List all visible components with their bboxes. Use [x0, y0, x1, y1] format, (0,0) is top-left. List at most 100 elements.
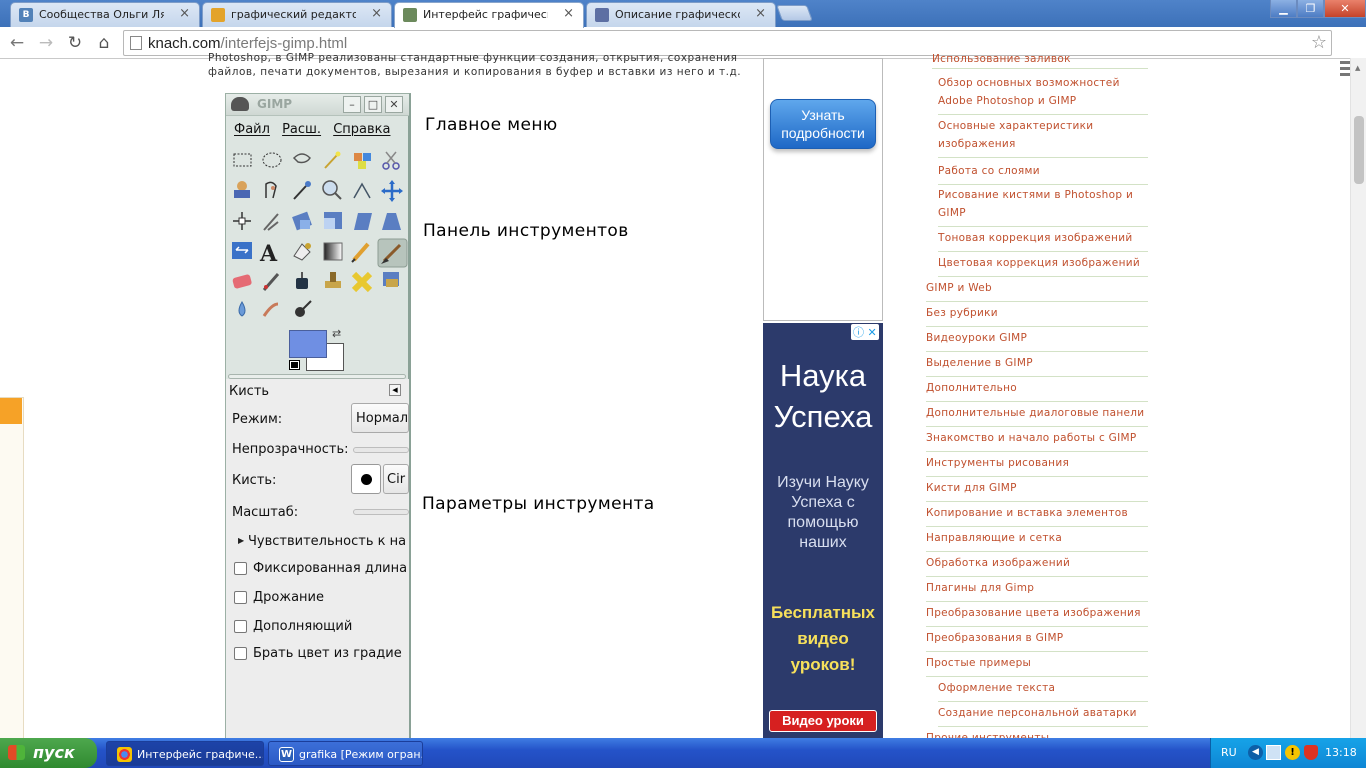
sidebar-link[interactable]: Простые примеры [926, 654, 1148, 677]
sidebar-link[interactable]: Рисование кистями в Photoshop и GIMP [938, 186, 1148, 227]
side-widget[interactable] [0, 397, 24, 742]
sidebar-link[interactable]: Дополнительно [926, 379, 1148, 402]
sidebar-link[interactable]: Видеоуроки GIMP [926, 329, 1148, 352]
sidebar-link[interactable]: GIMP и Web [926, 279, 1148, 302]
annotation-main-menu: Главное меню [425, 115, 558, 135]
taskbar-item-browser[interactable]: Интерфейс графиче... [106, 741, 264, 766]
sidebar-link[interactable]: Направляющие и сетка [926, 529, 1148, 552]
scissors-icon [382, 151, 400, 170]
sidebar-link[interactable]: Без рубрики [926, 304, 1148, 327]
sidebar-link[interactable]: Оформление текста [938, 679, 1148, 702]
ad-video-button[interactable]: Видео уроки [769, 710, 877, 732]
tab-label: Сообщества Ольги Лямкин [39, 8, 164, 21]
menu-help: Справка [333, 122, 391, 137]
ad-banner-1[interactable]: Узнать подробности [763, 58, 883, 321]
tab-search[interactable]: графический редактор gim × [202, 2, 392, 27]
ad-highlight-text: Бесплатных видео уроков! [771, 603, 875, 674]
tab-label: Описание графического ре [615, 8, 740, 21]
tab-description[interactable]: Описание графического ре × [586, 2, 776, 27]
sidebar-link[interactable]: Цветовая коррекция изображений [938, 254, 1148, 277]
close-tab-icon[interactable]: × [179, 6, 190, 21]
article-text: Photoshop, в GIMP реализованы стандартны… [208, 52, 742, 78]
sidebar-link[interactable]: Дополнительные диалоговые панели [926, 404, 1148, 427]
close-tab-icon[interactable]: × [755, 6, 766, 21]
tab-vk[interactable]: B Сообщества Ольги Лямкин × [10, 2, 200, 27]
checkbox [234, 620, 247, 633]
ellipse-select-icon [262, 152, 282, 168]
menu-extensions: Расш. [282, 122, 322, 137]
bookmark-star-icon[interactable]: ☆ [1311, 32, 1327, 53]
color-picker-icon [293, 181, 311, 200]
ad-info-icon[interactable]: ⓘ ✕ [851, 324, 879, 340]
close-icon: ✕ [385, 96, 403, 113]
select-by-color-icon [354, 153, 371, 169]
sidebar-link[interactable]: Обзор основных возможностей Adobe Photos… [938, 74, 1148, 115]
scroll-up-icon[interactable]: ▲ [1355, 64, 1360, 72]
chrome-icon [117, 747, 132, 762]
eraser-icon [232, 274, 252, 289]
fuzzy-select-icon [324, 151, 341, 169]
lasso-icon [292, 153, 311, 164]
scrollbar-thumb[interactable] [1354, 116, 1364, 184]
clock[interactable]: 13:18 [1325, 746, 1357, 759]
warning-icon[interactable]: ! [1285, 745, 1300, 760]
sidebar-link[interactable]: Основные характеристики изображения [938, 117, 1148, 158]
sidebar-link[interactable]: Инструменты рисования [926, 454, 1148, 477]
sidebar-link[interactable]: Преобразование цвета изображения [926, 604, 1148, 627]
back-icon[interactable]: ← [5, 31, 29, 55]
gimp-title: GIMP [257, 97, 293, 111]
sidebar-link[interactable]: Создание персональной аватарки [938, 704, 1148, 727]
tab-active[interactable]: Интерфейс графического р × [394, 2, 584, 28]
foreground-color-swatch [289, 330, 327, 358]
sidebar-link[interactable]: Прочие инструменты [926, 729, 1148, 738]
start-button[interactable]: пуск [0, 738, 97, 768]
sidebar-link[interactable]: Плагины для Gimp [926, 579, 1148, 602]
minimize-button[interactable]: ▁ [1270, 0, 1297, 18]
blur-icon [238, 301, 246, 317]
text-tool-icon: A [259, 241, 278, 267]
sidebar-link[interactable]: Кисти для GIMP [926, 479, 1148, 502]
ad-banner-2[interactable]: ⓘ ✕ Наука Успеха Изучи Науку Успеха с по… [763, 323, 883, 743]
browser-tab-strip: B Сообщества Ольги Лямкин × графический … [0, 0, 1366, 28]
checkbox [234, 562, 247, 575]
forward-icon[interactable]: → [34, 31, 58, 55]
reload-icon[interactable]: ↻ [63, 31, 87, 55]
sidebar-link[interactable]: Выделение в GIMP [926, 354, 1148, 377]
checkbox-label: Дополняющий [253, 619, 353, 634]
sensitivity-expander: Чувствительность к на [248, 534, 407, 549]
sidebar-link[interactable]: Использование заливок [932, 50, 1148, 69]
sidebar-link[interactable]: Копирование и вставка элементов [926, 504, 1148, 527]
heal-icon [351, 271, 373, 293]
sidebar-link[interactable]: Преобразования в GIMP [926, 629, 1148, 652]
airbrush-icon [262, 273, 280, 291]
sidebar-link[interactable]: Работа со слоями [938, 162, 1148, 185]
gimp-icon [403, 8, 417, 22]
dodge-burn-icon [295, 300, 312, 317]
perspective-icon [382, 213, 401, 230]
brush-preview [351, 464, 381, 494]
ad-learn-more-button[interactable]: Узнать подробности [770, 99, 876, 149]
sidebar-link[interactable]: Знакомство и начало работы с GIMP [926, 429, 1148, 452]
page-scrollbar[interactable]: ▲ [1350, 58, 1366, 738]
close-tab-icon[interactable]: × [563, 6, 574, 21]
home-icon[interactable]: ⌂ [92, 31, 116, 55]
close-button[interactable]: ✕ [1324, 0, 1366, 18]
tray-expand-icon[interactable]: ◀ [1248, 745, 1263, 760]
annotation-tool-options: Параметры инструмента [422, 494, 655, 514]
windows-logo-icon [8, 745, 25, 760]
close-tab-icon[interactable]: × [371, 6, 382, 21]
new-tab-button[interactable] [776, 5, 813, 21]
scale-label: Масштаб: [232, 505, 299, 520]
page-icon [130, 36, 142, 50]
gimp-toolbox-screenshot: GIMP – □ ✕ Файл Расш. Справка A ⇄ Кисть … [225, 93, 411, 743]
network-icon[interactable] [1266, 745, 1281, 760]
taskbar-item-word[interactable]: W grafika [Режим огран... [268, 741, 423, 766]
language-indicator[interactable]: RU [1221, 746, 1237, 759]
tab-label: Интерфейс графического р [423, 8, 548, 21]
sidebar-link[interactable]: Обработка изображений [926, 554, 1148, 577]
tool-options-title: Кисть [229, 384, 270, 399]
sidebar-link[interactable]: Тоновая коррекция изображений [938, 229, 1148, 252]
antivirus-shield-icon[interactable] [1304, 745, 1318, 760]
maximize-button[interactable]: ❐ [1297, 0, 1324, 18]
vk-icon: B [19, 8, 33, 22]
